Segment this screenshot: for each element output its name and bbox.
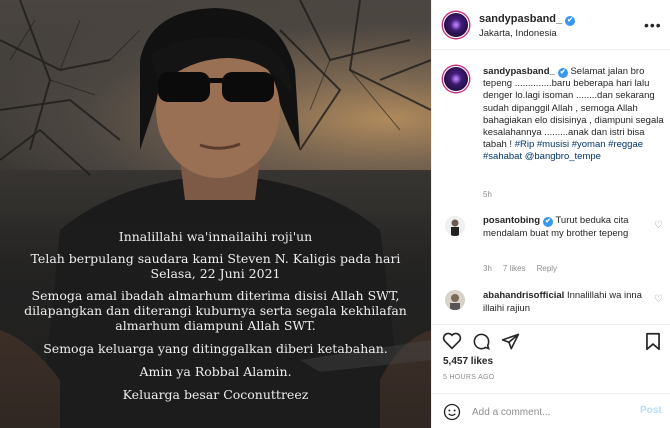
post-caption: sandypasband_ ✔ Selamat jalan bro tepeng … bbox=[483, 66, 667, 164]
comment-likes[interactable]: 7 likes bbox=[503, 264, 526, 273]
share-icon[interactable] bbox=[501, 332, 520, 351]
comment-icon[interactable] bbox=[472, 332, 491, 351]
save-bookmark-icon[interactable] bbox=[645, 332, 661, 351]
verified-icon: ✔ bbox=[565, 16, 576, 26]
message-line: Telah berpulang saudara kami Steven N. K… bbox=[30, 251, 401, 266]
post-photo: Innalillahi wa'innailaihi roji'un Telah … bbox=[0, 0, 431, 428]
post-comment-button[interactable]: Post bbox=[640, 405, 662, 416]
like-comment-icon[interactable]: ♡ bbox=[654, 220, 663, 231]
post-actions: 5,457 likes 5 HOURS AGO Post bbox=[432, 324, 670, 428]
verified-icon: ✔ bbox=[543, 217, 553, 227]
like-icon[interactable] bbox=[442, 332, 462, 350]
comment-item: abahandrisofficial Innalillahi wa inna i… bbox=[483, 290, 651, 315]
condolence-message: Innalillahi wa'innailaihi roji'un Telah … bbox=[20, 229, 411, 402]
add-comment-bar: Post bbox=[432, 393, 670, 428]
author-avatar[interactable] bbox=[443, 12, 469, 38]
likes-count[interactable]: 5,457 likes bbox=[443, 356, 493, 367]
caption-username[interactable]: sandypasband_ bbox=[483, 66, 555, 77]
comment-username[interactable]: posantobing bbox=[483, 215, 540, 226]
message-line: dilapangkan dan diterangi kuburnya serta… bbox=[24, 303, 407, 318]
commenter-avatar[interactable] bbox=[445, 290, 465, 310]
commenter-avatar[interactable] bbox=[445, 216, 465, 236]
message-line: Amin ya Robbal Alamin. bbox=[139, 364, 292, 379]
commenter-avatar-image bbox=[445, 216, 465, 236]
message-line: Keluarga besar Coconuttreez bbox=[122, 387, 309, 402]
comment-item: posantobing ✔ Turut beduka cita mendalam … bbox=[483, 215, 651, 240]
message-line: Semoga amal ibadah almarhum diterima dis… bbox=[31, 288, 400, 303]
commenter-avatar-image bbox=[445, 290, 465, 310]
post-header: sandypasband_ ✔ Jakarta, Indonesia ••• bbox=[432, 0, 670, 50]
post-location[interactable]: Jakarta, Indonesia bbox=[479, 28, 557, 39]
message-line: almarhum diampuni Allah SWT. bbox=[115, 318, 316, 333]
like-comment-icon[interactable]: ♡ bbox=[654, 294, 663, 305]
caption-text: Selamat jalan bro tepeng ..............b… bbox=[483, 66, 664, 151]
author-username[interactable]: sandypasband_ ✔ bbox=[479, 13, 576, 26]
author-username-text[interactable]: sandypasband_ bbox=[479, 13, 562, 25]
post-time-ago: 5 HOURS AGO bbox=[443, 374, 495, 381]
comment-time: 3h bbox=[483, 264, 492, 273]
emoji-icon[interactable] bbox=[443, 403, 461, 421]
caption-time: 5h bbox=[483, 190, 492, 199]
more-options-icon[interactable]: ••• bbox=[644, 17, 662, 33]
verified-icon: ✔ bbox=[557, 68, 568, 78]
message-line: Innalillahi wa'innailaihi roji'un bbox=[118, 229, 313, 244]
comment-username[interactable]: abahandrisofficial bbox=[483, 290, 564, 301]
reply-button[interactable]: Reply bbox=[537, 264, 557, 273]
comment-meta: 3h 7 likes Reply bbox=[483, 264, 568, 273]
comment-input[interactable] bbox=[472, 404, 632, 420]
message-line: Selasa, 22 Juni 2021 bbox=[150, 266, 281, 281]
message-line: Semoga keluarga yang ditinggalkan diberi… bbox=[43, 341, 388, 356]
post-sidebar: sandypasband_ ✔ Jakarta, Indonesia ••• sa… bbox=[431, 0, 670, 428]
caption-avatar[interactable] bbox=[443, 66, 469, 92]
